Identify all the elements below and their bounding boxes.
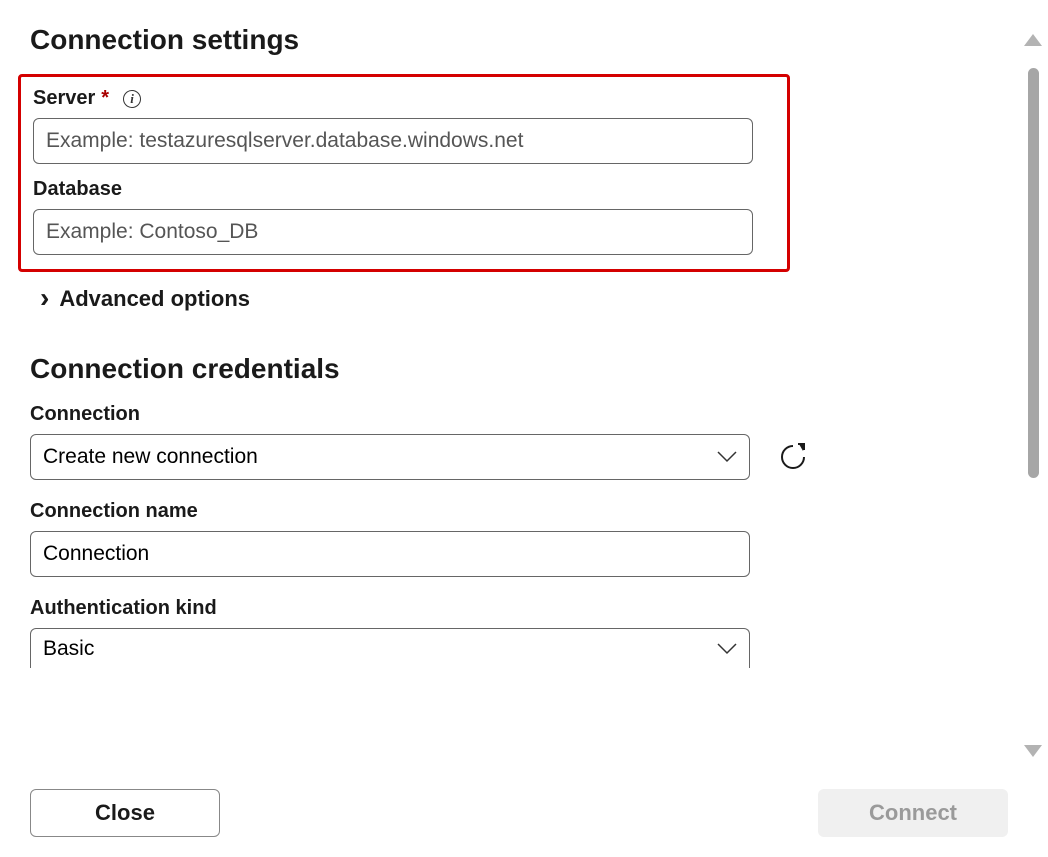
advanced-options-toggle[interactable]: Advanced options (30, 284, 1000, 313)
chevron-down-icon (717, 451, 737, 463)
server-field-block: Server * i (33, 87, 775, 164)
server-input[interactable] (33, 118, 753, 164)
scroll-thumb[interactable] (1028, 68, 1039, 478)
auth-kind-dropdown[interactable]: Basic (30, 628, 750, 668)
database-label: Database (33, 178, 775, 201)
connection-dropdown[interactable]: Create new connection (30, 434, 750, 480)
info-icon[interactable]: i (123, 90, 141, 108)
connection-label-text: Connection (30, 403, 140, 426)
connection-dropdown-value: Create new connection (43, 445, 258, 469)
auth-kind-dropdown-value: Basic (43, 637, 94, 661)
auth-kind-label-text: Authentication kind (30, 597, 217, 620)
database-field-block: Database (33, 178, 775, 255)
server-label: Server * i (33, 87, 775, 110)
highlight-server-db: Server * i Database (18, 74, 790, 272)
auth-kind-label: Authentication kind (30, 597, 1000, 620)
connection-name-label-text: Connection name (30, 500, 198, 523)
chevron-right-icon (40, 284, 49, 313)
scrollbar[interactable] (1024, 34, 1042, 757)
scroll-up-icon[interactable] (1024, 34, 1042, 46)
connection-label: Connection (30, 403, 1000, 426)
footer-bar: Close Connect (30, 789, 1008, 837)
settings-heading: Connection settings (30, 24, 1000, 56)
refresh-icon[interactable] (778, 442, 808, 472)
connection-name-input[interactable] (30, 531, 750, 577)
chevron-down-icon (717, 643, 737, 655)
database-input[interactable] (33, 209, 753, 255)
scroll-down-icon[interactable] (1024, 745, 1042, 757)
connection-name-label: Connection name (30, 500, 1000, 523)
database-label-text: Database (33, 178, 122, 201)
close-button[interactable]: Close (30, 789, 220, 837)
connection-field-block: Connection Create new connection (30, 403, 1000, 480)
required-asterisk-icon: * (101, 87, 109, 110)
credentials-heading: Connection credentials (30, 353, 1000, 385)
connect-button[interactable]: Connect (818, 789, 1008, 837)
advanced-options-label: Advanced options (59, 286, 250, 312)
server-label-text: Server (33, 87, 95, 110)
connection-name-field-block: Connection name (30, 500, 1000, 577)
auth-kind-field-block: Authentication kind Basic (30, 597, 1000, 668)
